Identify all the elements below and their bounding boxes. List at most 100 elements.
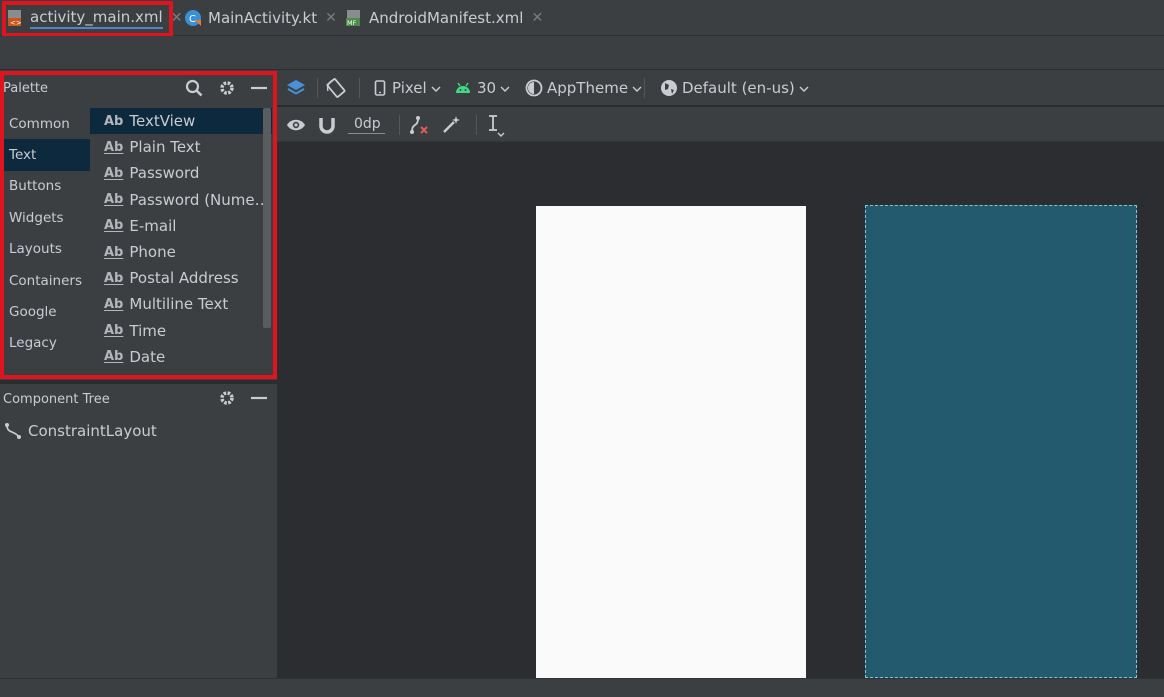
text-widget-icon: Ab <box>104 113 124 129</box>
palette-scrollbar[interactable] <box>263 108 271 328</box>
tree-item-label: ConstraintLayout <box>28 422 157 440</box>
toolbar-separator <box>644 78 645 98</box>
text-widget-icon: Ab <box>104 244 124 260</box>
autoconnect-magnet-icon[interactable] <box>318 107 336 142</box>
svg-text:MF: MF <box>347 19 357 27</box>
palette-header: Palette <box>0 70 277 106</box>
palette-category-common[interactable]: Common <box>0 108 90 139</box>
widget-label: Time <box>129 321 167 340</box>
layers-icon[interactable] <box>285 70 307 106</box>
widget-label: Password <box>129 164 200 183</box>
widget-label: Multiline Text <box>129 295 229 314</box>
widget-label: Phone <box>129 243 176 262</box>
text-widget-icon: Ab <box>104 270 124 286</box>
theme-label: AppTheme <box>547 79 629 97</box>
palette-widget-item[interactable]: Ab E-mail <box>90 213 272 239</box>
locale-selector[interactable]: Default (en-us) <box>660 70 809 106</box>
chevron-down-icon <box>799 79 809 97</box>
palette-title: Palette <box>3 81 49 96</box>
palette-category-containers[interactable]: Containers <box>0 265 90 296</box>
close-icon[interactable]: ✕ <box>531 10 543 26</box>
theme-selector[interactable]: AppTheme <box>525 70 642 106</box>
palette-widget-item[interactable]: Ab Postal Address <box>90 265 272 291</box>
text-widget-icon: Ab <box>104 218 124 234</box>
palette-widget-item[interactable]: Ab Password (Nume… <box>90 187 272 213</box>
component-tree-panel: Component Tree ConstraintLayout <box>0 384 277 697</box>
palette-widget-list: Ab TextView Ab Plain Text Ab Password Ab Passwo… <box>90 108 272 370</box>
api-level-label: 30 <box>477 79 497 97</box>
palette-category-text[interactable]: Text <box>0 139 90 171</box>
palette-category-widgets[interactable]: Widgets <box>0 202 90 233</box>
editor-sub-toolbar <box>0 36 1164 70</box>
palette-category-google[interactable]: Google <box>0 296 90 327</box>
palette-panel: Palette Common Text Buttons Widgets Layouts C… <box>0 70 277 380</box>
design-canvas[interactable] <box>277 142 1164 678</box>
clear-constraints-icon[interactable] <box>408 107 430 142</box>
svg-text:C: C <box>189 14 196 25</box>
text-widget-icon: Ab <box>104 165 124 181</box>
palette-widget-item[interactable]: Ab TextView <box>90 108 272 135</box>
widget-label: E-mail <box>129 216 177 235</box>
palette-widget-item[interactable]: Ab Phone <box>90 239 272 265</box>
default-margin-field[interactable]: 0dp <box>348 107 385 142</box>
palette-category-list: Common Text Buttons Widgets Layouts Container… <box>0 108 90 359</box>
gear-icon[interactable] <box>217 78 237 98</box>
design-toolbar: Pixel 30 AppTheme Default (en-us) <box>277 70 1164 106</box>
design-surface[interactable] <box>536 206 806 678</box>
guidelines-icon[interactable] <box>485 107 505 142</box>
widget-label: Password (Nume… <box>129 190 270 209</box>
chevron-down-icon <box>500 79 510 97</box>
text-widget-icon: Ab <box>104 296 124 312</box>
manifest-file-icon: MF <box>345 9 363 27</box>
blueprint-surface[interactable] <box>865 205 1137 678</box>
android-icon <box>455 82 471 94</box>
infer-constraints-wand-icon[interactable] <box>440 107 462 142</box>
editor-tab-bar: <> activity_main.xml ✕ C MainActivity.kt… <box>0 0 1164 36</box>
palette-widget-item[interactable]: Ab Plain Text <box>90 134 272 160</box>
tree-item-constraint-layout[interactable]: ConstraintLayout <box>4 422 157 440</box>
rotate-orientation-icon[interactable] <box>325 70 347 106</box>
text-widget-icon: Ab <box>104 139 124 155</box>
palette-widget-item[interactable]: Ab Time <box>90 318 272 344</box>
palette-widget-item[interactable]: Ab Date <box>90 344 272 370</box>
search-icon[interactable] <box>184 78 204 98</box>
widget-label: Plain Text <box>129 138 201 157</box>
palette-widget-item[interactable]: Ab Multiline Text <box>90 291 272 317</box>
minimize-icon[interactable] <box>249 78 269 98</box>
svg-text:<>: <> <box>10 19 22 27</box>
tab-main-activity-kt[interactable]: C MainActivity.kt ✕ <box>184 0 337 36</box>
palette-category-legacy[interactable]: Legacy <box>0 328 90 359</box>
tab-label: MainActivity.kt <box>208 9 318 27</box>
constraint-layout-icon <box>4 422 22 440</box>
minimize-icon[interactable] <box>249 388 269 408</box>
toolbar-separator <box>399 115 400 135</box>
text-widget-icon: Ab <box>104 192 124 208</box>
locale-label: Default (en-us) <box>682 79 795 97</box>
api-level-selector[interactable]: 30 <box>455 70 510 106</box>
widget-label: Postal Address <box>129 269 239 288</box>
device-selector[interactable]: Pixel <box>374 70 441 106</box>
chevron-down-icon <box>632 79 642 97</box>
close-icon[interactable]: ✕ <box>325 10 337 26</box>
view-options-eye-icon[interactable] <box>286 107 306 142</box>
text-widget-icon: Ab <box>104 349 124 365</box>
tab-label: AndroidManifest.xml <box>369 9 524 27</box>
tab-activity-main-xml[interactable]: <> activity_main.xml ✕ <box>6 0 182 36</box>
kotlin-class-icon: C <box>184 9 202 27</box>
close-icon[interactable]: ✕ <box>171 10 183 26</box>
widget-label: TextView <box>129 112 196 131</box>
tab-android-manifest-xml[interactable]: MF AndroidManifest.xml ✕ <box>345 0 543 36</box>
palette-widget-item[interactable]: Ab Password <box>90 160 272 186</box>
palette-category-buttons[interactable]: Buttons <box>0 171 90 202</box>
toolbar-separator <box>476 115 477 135</box>
widget-label: Date <box>129 347 166 366</box>
constraint-toolbar: 0dp <box>277 107 1164 142</box>
tab-label: activity_main.xml <box>30 8 163 29</box>
theme-icon <box>525 79 543 97</box>
toolbar-separator <box>317 78 318 98</box>
default-margin-label: 0dp <box>348 116 385 134</box>
gear-icon[interactable] <box>217 388 237 408</box>
globe-icon <box>660 79 678 97</box>
palette-category-layouts[interactable]: Layouts <box>0 234 90 265</box>
device-label: Pixel <box>392 79 427 97</box>
